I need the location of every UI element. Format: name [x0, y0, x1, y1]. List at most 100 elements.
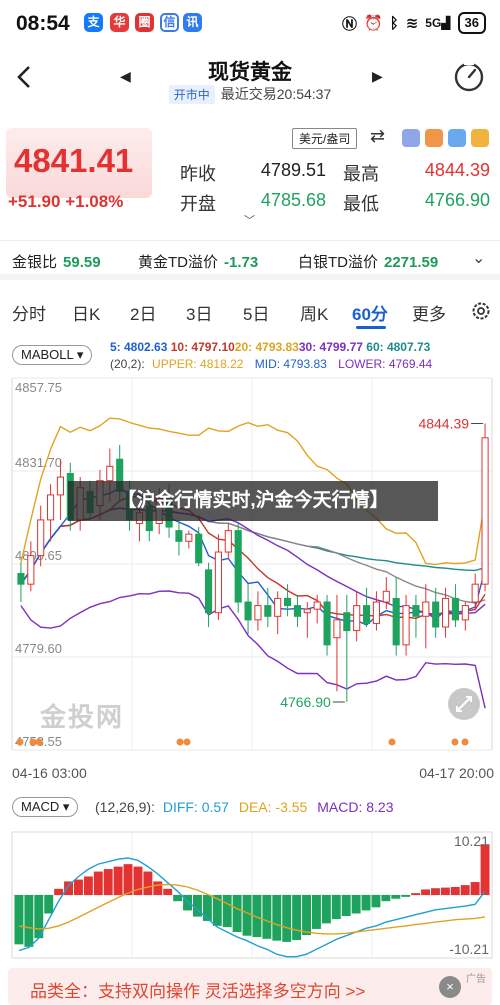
macd-bar-positive: [163, 888, 173, 895]
candle-up: [382, 590, 390, 603]
candle-down: [323, 601, 331, 646]
ratio-label: 黄金TD溢价: [138, 254, 218, 271]
event-dot: [176, 738, 184, 746]
huawei-app-icon: 华: [110, 13, 129, 32]
battery-icon: 36: [457, 12, 486, 34]
refresh-icon[interactable]: [452, 60, 486, 94]
macd-bar-positive: [440, 887, 450, 895]
event-dot: [16, 738, 24, 746]
expand-arrows-icon: [456, 696, 472, 712]
ad-text[interactable]: 品类全：支持双向操作 灵活选择多空方向 >>: [30, 977, 365, 1002]
headline-banner: 【沪金行情实时,沪金今天行情】: [68, 481, 438, 521]
indicator-name: MACD: [21, 799, 60, 814]
boll-lower: LOWER: 4769.44: [338, 357, 433, 371]
tab-intraday[interactable]: 分时: [12, 300, 46, 325]
candle-up: [185, 533, 193, 542]
macd-bar-negative: [341, 895, 351, 916]
macd-bar-positive: [93, 871, 103, 895]
macd-bar-negative: [242, 895, 252, 936]
x-tick-label: 04-16 03:00: [12, 765, 87, 781]
candle-up: [303, 608, 311, 614]
unit-selector[interactable]: 美元/盎司: [292, 128, 358, 149]
tab-daily[interactable]: 日K: [72, 300, 100, 325]
macd-bar-negative: [401, 895, 411, 897]
tab-3day[interactable]: 3日: [186, 300, 212, 325]
fullscreen-icon[interactable]: [448, 688, 480, 720]
candle-up: [372, 601, 380, 624]
candle-down: [17, 572, 25, 585]
candle-up: [254, 605, 262, 621]
next-instrument-button[interactable]: ▶: [372, 68, 383, 85]
candle-down: [284, 597, 292, 607]
low-annotation: 4766.90: [280, 694, 331, 710]
ad-banner[interactable]: 品类全：支持双向操作 灵活选择多空方向 >> × 广告: [8, 968, 492, 1005]
swap-icon[interactable]: ⇄: [370, 126, 385, 147]
event-dot: [35, 738, 43, 746]
candle-up: [353, 605, 361, 632]
candle-up: [422, 601, 430, 617]
close-icon[interactable]: ×: [439, 976, 461, 998]
macd-bar-negative: [371, 895, 381, 908]
macd-bar-negative: [272, 895, 282, 941]
alarm-tool-icon[interactable]: [448, 129, 466, 147]
chevron-down-icon[interactable]: ⌄: [472, 248, 485, 268]
candle-down: [363, 605, 371, 624]
tab-weekly[interactable]: 周K: [300, 300, 328, 325]
text-tool-icon[interactable]: [425, 129, 443, 147]
indicator-name: MABOLL: [21, 347, 74, 362]
macd-chart[interactable]: 10.21 -10.21: [0, 830, 500, 962]
macd-bar-negative: [381, 895, 391, 902]
last-trade-time: 最近交易20:54:37: [220, 86, 332, 102]
status-bar: 08:54 支 华 圈 信 讯 Ⓝ ⏰ ᛒ ≋ 5G▟ 36: [0, 0, 500, 48]
macd-bar-negative: [44, 895, 54, 914]
macd-bar-positive: [73, 879, 83, 895]
low-value: 4766.90: [424, 190, 490, 210]
tab-5day[interactable]: 5日: [243, 300, 269, 325]
event-dot: [388, 738, 396, 746]
candle-up: [481, 437, 489, 585]
candle-down: [451, 597, 459, 621]
macd-bar-negative: [14, 895, 24, 945]
macd-bar-negative: [331, 895, 341, 920]
macd-diff: DIFF: 0.57: [162, 799, 229, 815]
candle-down: [432, 601, 440, 628]
candle-down: [343, 612, 351, 632]
tab-more[interactable]: 更多: [412, 300, 446, 325]
high-label: 最高: [343, 164, 379, 184]
candle-up: [224, 530, 232, 553]
main-indicator-selector[interactable]: MABOLL ▾: [12, 345, 93, 365]
high-annotation: 4844.39: [418, 416, 469, 432]
macd-bar-negative: [361, 895, 371, 911]
macd-bar-positive: [460, 885, 470, 895]
ratio-value: 2271.59: [384, 254, 439, 271]
macd-bar-positive: [113, 866, 123, 895]
boll-legend-row: (20,2): UPPER: 4818.22 MID: 4793.83 LOWE…: [110, 357, 432, 371]
open-label: 开盘: [180, 194, 216, 214]
y-tick-label: 4779.60: [15, 641, 62, 656]
x-tick-label: 04-17 20:00: [419, 765, 494, 781]
macd-bar-positive: [470, 882, 480, 895]
ratio-value: 59.59: [63, 254, 101, 271]
candle-down: [293, 605, 301, 617]
sub-indicator-selector[interactable]: MACD ▾: [12, 797, 79, 817]
macd-legend-row: (12,26,9): DIFF: 0.57 DEA: -3.55 MACD: 8…: [95, 799, 393, 815]
macd-bar-positive: [103, 869, 113, 895]
candle-up: [442, 597, 450, 628]
percent-tool-icon[interactable]: [402, 129, 420, 147]
calendar-tool-icon[interactable]: [471, 129, 489, 147]
macd-bar-negative: [173, 895, 183, 902]
ma60-value: 60: 4807.73: [366, 340, 431, 354]
macd-bar-negative: [262, 895, 272, 939]
ma30-line: [20, 507, 486, 604]
candle-down: [264, 605, 272, 617]
event-dot: [183, 738, 191, 746]
boll-params: (20,2):: [110, 357, 145, 371]
ratio-value: -1.73: [224, 254, 259, 271]
gear-icon[interactable]: [470, 300, 492, 322]
tab-60min[interactable]: 60分: [352, 300, 388, 325]
market-status-row: 开市中 最近交易20:54:37: [0, 84, 500, 104]
ratio-silver-td: 白银TD溢价 2271.59: [298, 251, 438, 272]
candle-up: [214, 551, 222, 614]
tab-2day[interactable]: 2日: [130, 300, 156, 325]
expand-chevron-icon[interactable]: ﹀: [244, 212, 255, 228]
